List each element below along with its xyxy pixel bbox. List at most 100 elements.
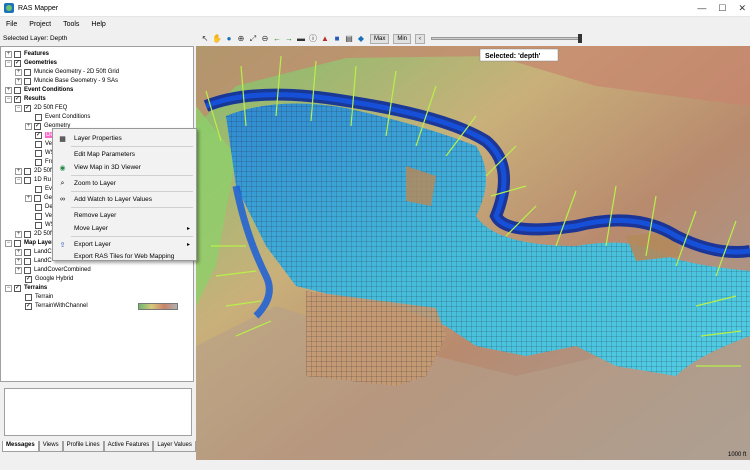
menu-edit-map-parameters[interactable]: Edit Map Parameters: [53, 148, 196, 161]
close-icon[interactable]: ✕: [738, 3, 746, 14]
map-view[interactable]: Selected: 'depth' 1000 ft: [196, 46, 750, 460]
collapse-icon[interactable]: −: [15, 176, 22, 184]
minimize-icon[interactable]: —: [697, 3, 706, 14]
checkbox[interactable]: [24, 248, 31, 256]
checkbox[interactable]: ✓: [14, 95, 21, 103]
checkbox[interactable]: [14, 50, 21, 58]
time-slider[interactable]: [431, 34, 583, 43]
profile-icon[interactable]: ▲: [320, 34, 330, 44]
menu-bar: File Project Tools Help: [0, 17, 750, 31]
checkbox[interactable]: [35, 113, 42, 121]
bottom-tabs: Messages Views Profile Lines Active Feat…: [2, 441, 196, 452]
tree-terrain-channel[interactable]: ✓ TerrainWithChannel: [25, 301, 178, 311]
map-selected-label: Selected: 'depth': [485, 53, 541, 60]
max-button[interactable]: Max: [370, 33, 390, 44]
expand-icon[interactable]: +: [5, 50, 12, 58]
checkbox[interactable]: ✓: [34, 122, 41, 130]
menu-file[interactable]: File: [6, 21, 17, 28]
checkbox[interactable]: [24, 266, 31, 274]
maximize-icon[interactable]: ☐: [718, 3, 726, 14]
tab-layer-values[interactable]: Layer Values: [153, 441, 196, 452]
checkbox[interactable]: ✓: [35, 131, 42, 139]
checkbox[interactable]: [14, 86, 21, 94]
time-slider-thumb[interactable]: [578, 34, 583, 43]
submenu-arrow-icon: ▸: [186, 242, 190, 248]
checkbox[interactable]: [35, 212, 42, 220]
expand-icon[interactable]: +: [15, 248, 22, 256]
checkbox[interactable]: [35, 149, 42, 157]
collapse-icon[interactable]: −: [5, 95, 12, 103]
back-arrow-icon[interactable]: ←: [272, 34, 282, 44]
expand-icon[interactable]: +: [15, 230, 22, 238]
menu-view-3d[interactable]: ◉ View Map in 3D Viewer: [53, 161, 196, 174]
plot-icon[interactable]: ▤: [344, 34, 354, 44]
checkbox[interactable]: [24, 167, 31, 175]
checkbox[interactable]: [24, 230, 31, 238]
collapse-icon[interactable]: −: [5, 59, 12, 67]
checkbox[interactable]: [24, 257, 31, 265]
expand-icon[interactable]: +: [15, 266, 22, 274]
checkbox[interactable]: ✓: [14, 59, 21, 67]
checkbox[interactable]: [35, 221, 42, 229]
collapse-icon[interactable]: −: [15, 104, 22, 112]
menu-separator: [71, 207, 193, 208]
checkbox[interactable]: ✓: [24, 104, 31, 112]
identify-icon[interactable]: ⓘ: [308, 34, 318, 44]
expand-icon[interactable]: +: [15, 167, 22, 175]
map-toolbar: ↖ ✋ ● ⊕ ⤢ ⊖ ← → ▬ ⓘ ▲ ■ ▤ ◆ Max Min ‹: [196, 31, 750, 46]
menu-zoom-to-layer[interactable]: ⌕ Zoom to Layer: [53, 177, 196, 190]
tab-messages[interactable]: Messages: [2, 441, 39, 452]
tab-active-features[interactable]: Active Features: [103, 441, 154, 452]
menu-project[interactable]: Project: [29, 21, 51, 28]
forward-arrow-icon[interactable]: →: [284, 34, 294, 44]
menu-layer-properties[interactable]: ▦ Layer Properties: [53, 132, 196, 145]
checkbox[interactable]: [35, 185, 42, 193]
checkbox[interactable]: [35, 158, 42, 166]
checkbox[interactable]: ✓: [14, 284, 21, 292]
expand-icon[interactable]: +: [15, 257, 22, 265]
tab-profile-lines[interactable]: Profile Lines: [62, 441, 104, 452]
animate-icon[interactable]: ◆: [356, 34, 366, 44]
expand-icon[interactable]: +: [25, 194, 32, 202]
menu-remove-layer[interactable]: Remove Layer: [53, 209, 196, 222]
zoom-in-icon[interactable]: ⊕: [236, 34, 246, 44]
expand-icon[interactable]: +: [25, 122, 32, 130]
app-icon: [4, 3, 14, 13]
menu-help[interactable]: Help: [91, 21, 105, 28]
checkbox[interactable]: [24, 77, 31, 85]
checkbox[interactable]: [35, 140, 42, 148]
pointer-icon[interactable]: ↖: [200, 34, 210, 44]
collapse-icon[interactable]: −: [5, 284, 12, 292]
zoom-out-icon[interactable]: ⊖: [260, 34, 270, 44]
menu-tools[interactable]: Tools: [63, 21, 79, 28]
3d-viewer-icon: ◉: [59, 164, 66, 172]
expand-icon[interactable]: +: [5, 86, 12, 94]
map-canvas[interactable]: Selected: 'depth' 1000 ft: [196, 46, 750, 460]
checkbox[interactable]: [25, 293, 32, 301]
menu-move-layer[interactable]: Move Layer ▸: [53, 222, 196, 235]
checkbox[interactable]: [35, 203, 42, 211]
expand-icon[interactable]: +: [15, 68, 22, 76]
submenu-arrow-icon: ▸: [186, 226, 190, 232]
checkbox[interactable]: ✓: [25, 275, 32, 283]
messages-panel[interactable]: [4, 388, 192, 436]
min-button[interactable]: Min: [393, 33, 412, 44]
menu-add-watch[interactable]: ∞ Add Watch to Layer Values: [53, 193, 196, 206]
layer-icon[interactable]: ■: [332, 34, 342, 44]
measure-icon[interactable]: ▬: [296, 34, 306, 44]
expand-icon[interactable]: +: [15, 77, 22, 85]
checkbox[interactable]: [24, 68, 31, 76]
checkbox[interactable]: [34, 194, 41, 202]
checkbox[interactable]: [14, 239, 21, 247]
step-back-button[interactable]: ‹: [415, 33, 426, 44]
zoom-full-icon[interactable]: ⤢: [248, 34, 258, 44]
zoom-icon: ⌕: [60, 179, 65, 187]
pan-hand-icon[interactable]: ✋: [212, 34, 222, 44]
menu-export-ras-tiles[interactable]: Export RAS Tiles for Web Mapping: [53, 250, 196, 263]
tab-views[interactable]: Views: [38, 441, 63, 452]
menu-separator: [71, 175, 193, 176]
checkbox[interactable]: ✓: [25, 302, 32, 310]
collapse-icon[interactable]: −: [5, 239, 12, 247]
globe-icon[interactable]: ●: [224, 34, 234, 44]
checkbox[interactable]: [24, 176, 31, 184]
